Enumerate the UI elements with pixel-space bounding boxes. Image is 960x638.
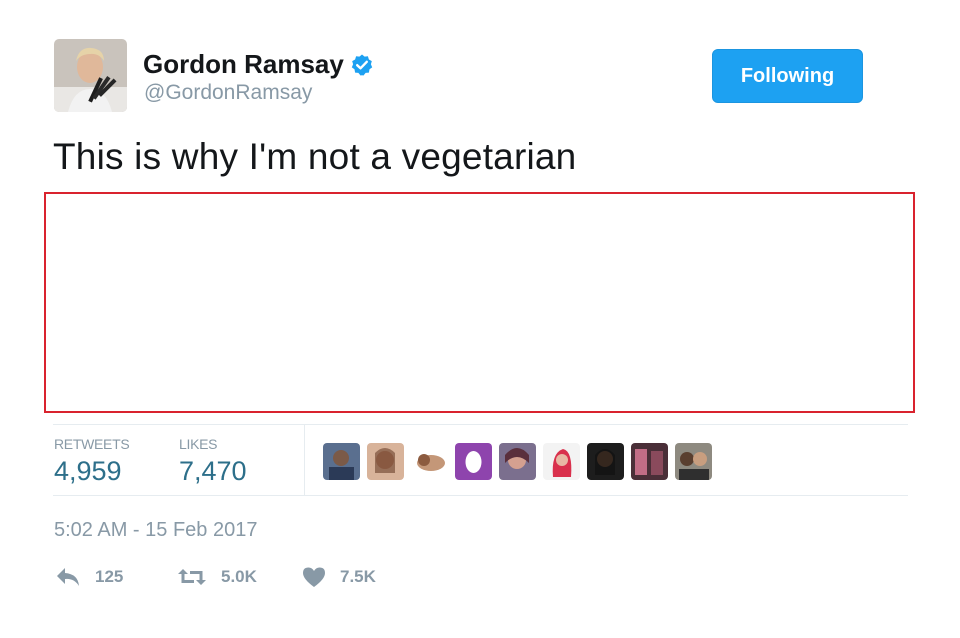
likes-count[interactable]: 7,470	[179, 456, 247, 487]
author-handle[interactable]: @GordonRamsay	[144, 81, 312, 105]
like-count: 7.5K	[340, 567, 376, 586]
retweets-label[interactable]: RETWEETS	[54, 436, 130, 452]
liker-avatar[interactable]	[411, 443, 448, 480]
liker-avatars	[323, 443, 712, 480]
liker-avatar[interactable]	[323, 443, 360, 480]
likes-label[interactable]: LIKES	[179, 436, 218, 452]
author-name-text[interactable]: Gordon Ramsay	[143, 49, 344, 80]
stats-divider-vertical	[304, 425, 305, 495]
reply-button[interactable]: 125	[55, 566, 123, 588]
author-name[interactable]: Gordon Ramsay	[143, 49, 374, 80]
heart-icon	[303, 567, 325, 587]
liker-avatar[interactable]	[675, 443, 712, 480]
following-button[interactable]: Following	[712, 49, 863, 103]
retweet-count: 5.0K	[221, 567, 257, 586]
retweet-button[interactable]: 5.0K	[177, 566, 257, 588]
liker-avatar[interactable]	[587, 443, 624, 480]
tweet-text: This is why I'm not a vegetarian	[53, 136, 577, 177]
liker-avatar[interactable]	[499, 443, 536, 480]
retweet-icon	[178, 569, 206, 585]
stats-divider-top	[53, 424, 908, 425]
stats-divider-bottom	[53, 495, 908, 496]
liker-avatar[interactable]	[367, 443, 404, 480]
reply-icon	[57, 568, 79, 586]
like-button[interactable]: 7.5K	[302, 566, 376, 588]
verified-badge-icon	[350, 53, 374, 77]
reply-count: 125	[95, 567, 124, 586]
liker-avatar[interactable]	[543, 443, 580, 480]
liker-avatar[interactable]	[455, 443, 492, 480]
tweet-timestamp[interactable]: 5:02 AM - 15 Feb 2017	[54, 519, 257, 542]
author-avatar[interactable]	[54, 39, 127, 112]
liker-avatar[interactable]	[631, 443, 668, 480]
tweet-media-placeholder[interactable]	[44, 192, 915, 413]
retweets-count[interactable]: 4,959	[54, 456, 122, 487]
